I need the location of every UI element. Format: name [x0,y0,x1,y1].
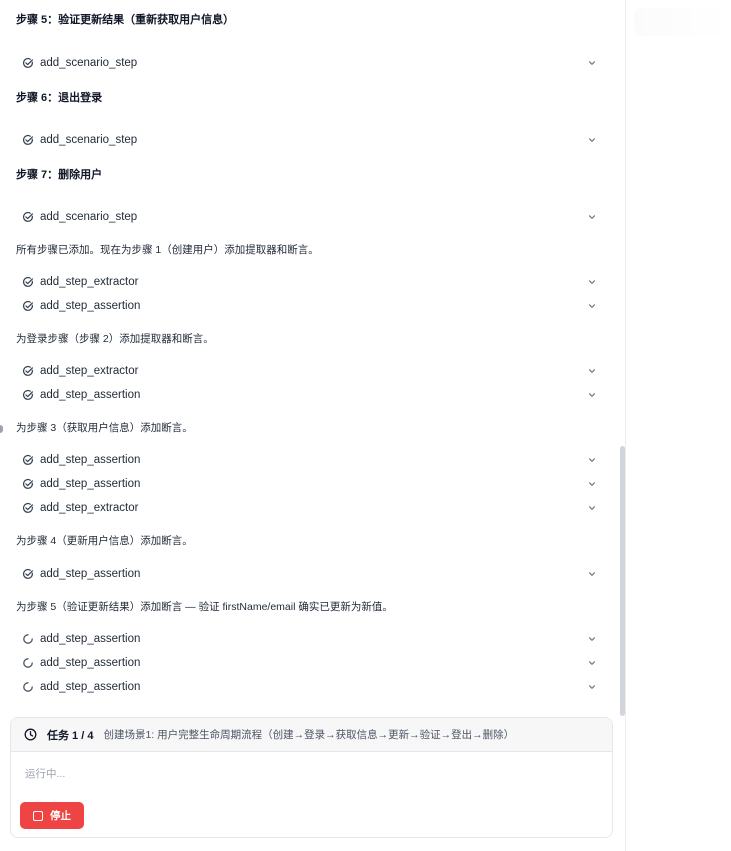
chevron-down-icon[interactable] [586,502,598,514]
task-header: 任务 1 / 4 创建场景1: 用户完整生命周期流程（创建→登录→获取信息→更新… [11,718,612,752]
clock-icon [24,728,37,741]
chevron-down-icon[interactable] [586,276,598,288]
chevron-down-icon[interactable] [586,134,598,146]
tool-call-name: add_step_extractor [40,502,139,514]
stop-button-label: 停止 [50,810,71,822]
tool-call-row[interactable]: add_step_assertion [16,295,602,317]
tool-call-name: add_step_assertion [40,681,141,693]
tool-call-row[interactable]: add_step_extractor [16,271,602,293]
step-6-heading: 步骤 6：退出登录 [16,92,103,104]
edge-indicator [0,425,3,433]
task-description: 创建场景1: 用户完整生命周期流程（创建→登录→获取信息→更新→验证→登出→删除… [103,729,515,741]
assistant-note: 为步骤 5（验证更新结果）添加断言 — 验证 firstName/email 确… [16,601,393,613]
tool-call-row[interactable]: add_scenario_step [16,206,602,228]
assistant-note: 所有步骤已添加。现在为步骤 1（创建用户）添加提取器和断言。 [16,244,319,256]
tool-call-row[interactable]: add_scenario_step [16,52,602,74]
tool-call-name: add_scenario_step [40,57,138,69]
assistant-note: 为步骤 4（更新用户信息）添加断言。 [16,535,193,547]
step-5-heading: 步骤 5：验证更新结果（重新获取用户信息） [16,14,235,26]
tool-call-name: add_step_assertion [40,389,141,401]
tool-call-name: add_step_assertion [40,478,141,490]
tool-call-name: add_step_assertion [40,633,141,645]
loading-spinner-icon [22,657,34,669]
tool-call-name: add_step_assertion [40,454,141,466]
tool-call-row[interactable]: add_step_assertion [16,473,602,495]
faded-header-bar [634,8,731,36]
tool-call-name: add_scenario_step [40,134,138,146]
stop-button[interactable]: 停止 [20,802,84,829]
tool-call-row[interactable]: add_step_assertion [16,628,602,650]
tool-call-name: add_step_extractor [40,276,139,288]
loading-spinner-icon [22,633,34,645]
tool-call-row[interactable]: add_step_extractor [16,360,602,382]
check-circle-icon [22,365,34,377]
chevron-down-icon[interactable] [586,300,598,312]
chevron-down-icon[interactable] [586,568,598,580]
task-status-text: 运行中... [25,768,66,780]
chevron-down-icon[interactable] [586,657,598,669]
check-circle-icon [22,502,34,514]
loading-spinner-icon [22,681,34,693]
check-circle-icon [22,568,34,580]
chevron-down-icon[interactable] [586,211,598,223]
tool-call-row[interactable]: add_step_assertion [16,676,602,698]
scrollbar-thumb[interactable] [620,446,625,716]
tool-call-row[interactable]: add_step_extractor [16,497,602,519]
assistant-note: 为步骤 3（获取用户信息）添加断言。 [16,422,193,434]
tool-call-row[interactable]: add_scenario_step [16,129,602,151]
chevron-down-icon[interactable] [586,57,598,69]
check-circle-icon [22,211,34,223]
chevron-down-icon[interactable] [586,681,598,693]
tool-call-row[interactable]: add_step_assertion [16,652,602,674]
stop-square-icon [33,810,43,821]
check-circle-icon [22,134,34,146]
task-counter: 任务 1 / 4 [47,729,94,742]
step-7-heading: 步骤 7：删除用户 [16,169,103,181]
tool-call-row[interactable]: add_step_assertion [16,384,602,406]
chevron-down-icon[interactable] [586,633,598,645]
right-empty-area [627,0,731,851]
tool-call-name: add_step_assertion [40,300,141,312]
check-circle-icon [22,389,34,401]
check-circle-icon [22,57,34,69]
check-circle-icon [22,478,34,490]
tool-call-row[interactable]: add_step_assertion [16,563,602,585]
assistant-note: 为登录步骤（步骤 2）添加提取器和断言。 [16,333,214,345]
chat-panel: 步骤 5：验证更新结果（重新获取用户信息） add_scenario_step … [0,0,626,851]
check-circle-icon [22,276,34,288]
chevron-down-icon[interactable] [586,478,598,490]
tool-call-name: add_step_extractor [40,365,139,377]
tool-call-name: add_step_assertion [40,568,141,580]
check-circle-icon [22,300,34,312]
chevron-down-icon[interactable] [586,389,598,401]
chevron-down-icon[interactable] [586,454,598,466]
chevron-down-icon[interactable] [586,365,598,377]
check-circle-icon [22,454,34,466]
task-progress-card: 任务 1 / 4 创建场景1: 用户完整生命周期流程（创建→登录→获取信息→更新… [10,717,613,838]
tool-call-row[interactable]: add_step_assertion [16,449,602,471]
tool-call-name: add_scenario_step [40,211,138,223]
tool-call-name: add_step_assertion [40,657,141,669]
